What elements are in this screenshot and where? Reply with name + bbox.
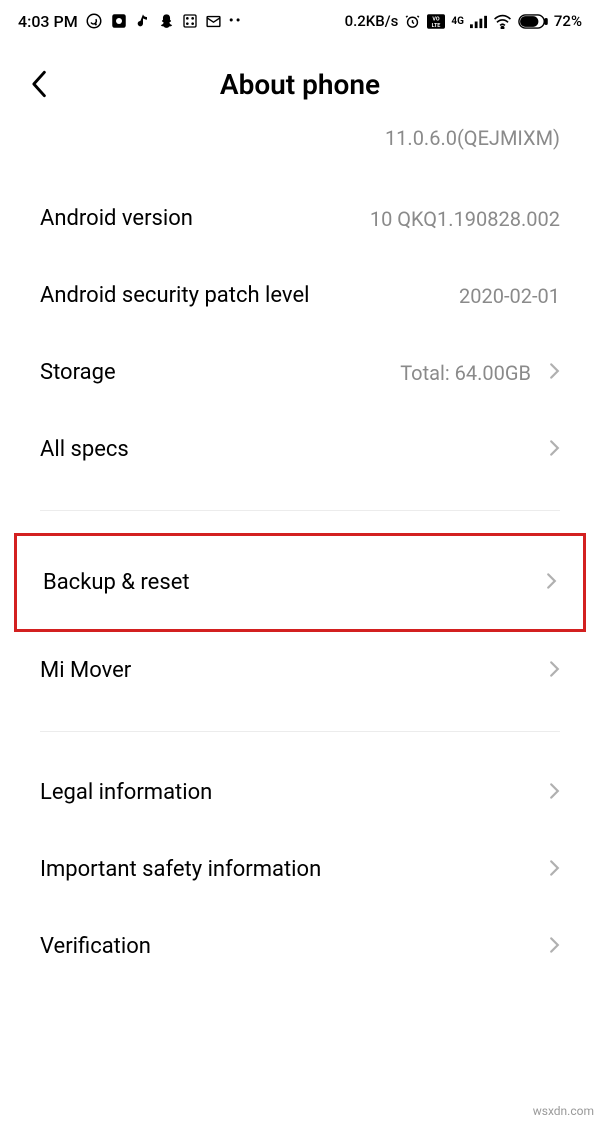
chevron-right-icon [549, 439, 560, 461]
miui-version-value: 11.0.6.0(QEJMIXM) [0, 118, 600, 180]
security-patch-label: Android security patch level [40, 283, 309, 308]
safety-label: Important safety information [40, 857, 321, 882]
storage-value: Total: 64.00GB [400, 361, 531, 385]
status-bar: 4:03 PM •• 0.2KB/s VOLTE 4G [0, 0, 600, 42]
status-left: 4:03 PM •• [18, 12, 242, 31]
gmail-icon [205, 13, 222, 30]
page-title: About phone [220, 68, 380, 101]
svg-text:LTE: LTE [432, 22, 441, 28]
security-patch-value: 2020-02-01 [459, 284, 560, 308]
battery-percent: 72% [554, 12, 582, 30]
header: About phone [0, 42, 600, 118]
chevron-right-icon [549, 859, 560, 881]
watermark: wsxdn.com [533, 1104, 594, 1118]
chevron-right-icon [549, 936, 560, 958]
backup-reset-label: Backup & reset [43, 570, 190, 595]
svg-text:VO: VO [433, 16, 440, 22]
row-mi-mover[interactable]: Mi Mover [0, 632, 600, 709]
whatsapp-icon [85, 12, 103, 30]
android-version-label: Android version [40, 206, 193, 231]
back-button[interactable] [30, 70, 70, 98]
row-backup-reset[interactable]: Backup & reset [17, 536, 583, 629]
row-safety-information[interactable]: Important safety information [0, 831, 600, 908]
divider [40, 510, 560, 511]
battery-icon [518, 14, 548, 29]
snapchat-icon [158, 13, 175, 30]
more-icon: •• [229, 13, 243, 29]
alarm-icon [404, 13, 421, 30]
signal-4g-icon: 4G [451, 16, 464, 27]
row-verification[interactable]: Verification [0, 908, 600, 985]
grid-icon [182, 13, 198, 29]
signal-icon [470, 14, 487, 29]
data-rate: 0.2KB/s [345, 12, 399, 30]
highlight-box: Backup & reset [14, 533, 586, 632]
divider [40, 731, 560, 732]
tiktok-icon [135, 13, 151, 29]
row-android-version[interactable]: Android version 10 QKQ1.190828.002 [0, 180, 600, 257]
wifi-icon [493, 14, 512, 29]
storage-label: Storage [40, 360, 116, 385]
row-security-patch[interactable]: Android security patch level 2020-02-01 [0, 257, 600, 334]
chevron-right-icon [549, 362, 560, 384]
volte-icon: VOLTE [427, 14, 445, 29]
chevron-right-icon [546, 572, 557, 594]
android-version-value: 10 QKQ1.190828.002 [370, 207, 560, 231]
row-storage[interactable]: Storage Total: 64.00GB [0, 334, 600, 411]
status-time: 4:03 PM [18, 12, 78, 31]
verification-label: Verification [40, 934, 151, 959]
app-icon [110, 12, 128, 30]
all-specs-label: All specs [40, 437, 129, 462]
status-right: 0.2KB/s VOLTE 4G 72% [345, 12, 582, 30]
chevron-left-icon [30, 70, 47, 98]
legal-label: Legal information [40, 780, 212, 805]
content: 11.0.6.0(QEJMIXM) Android version 10 QKQ… [0, 118, 600, 985]
chevron-right-icon [549, 660, 560, 682]
row-legal-information[interactable]: Legal information [0, 754, 600, 831]
chevron-right-icon [549, 782, 560, 804]
mi-mover-label: Mi Mover [40, 658, 131, 683]
row-all-specs[interactable]: All specs [0, 411, 600, 488]
